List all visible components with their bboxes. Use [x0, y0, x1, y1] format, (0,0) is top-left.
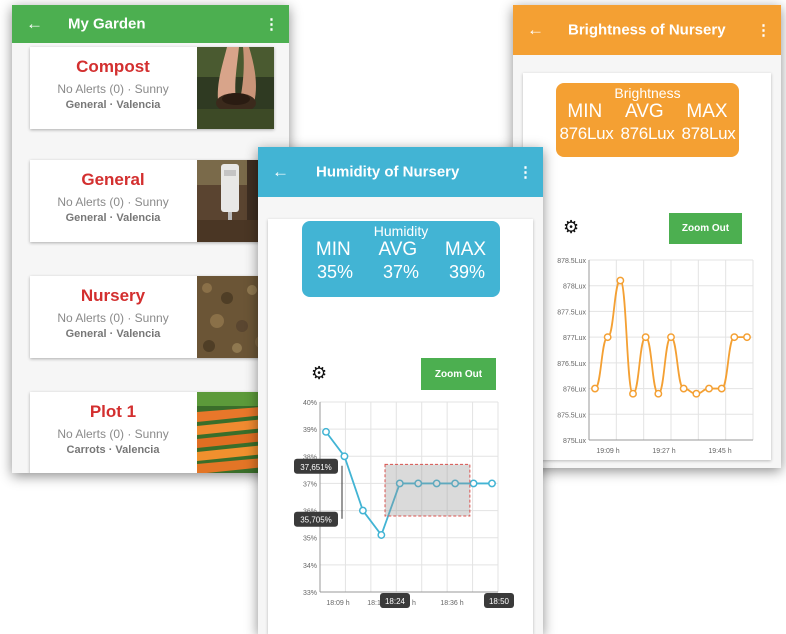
stats-avg-header: AVG — [378, 239, 418, 260]
more-vert-icon[interactable]: ⋮ — [264, 15, 279, 33]
garden-title: My Garden — [68, 15, 146, 33]
stats-avg-header: AVG — [624, 101, 664, 122]
stats-min-value: 35% — [316, 262, 354, 282]
arrow-left-icon[interactable]: ← — [272, 162, 289, 182]
humidity-stats-card: Humidity MIN AVG MAX 35% 37% 39% — [302, 221, 500, 297]
plot-name: General — [81, 170, 145, 189]
plot-name: Compost — [76, 57, 150, 76]
brightness-screen: ← Brightness of Nursery ⋮ Brightness MIN… — [513, 5, 781, 468]
plot-alerts: No Alerts (0) · Sunny — [57, 427, 169, 441]
data-point — [629, 389, 637, 398]
stats-avg-value: 876Lux — [620, 124, 675, 143]
data-point — [603, 333, 612, 342]
stats-max-header: MAX — [686, 101, 728, 122]
x-tick-label: 18:09 h — [326, 600, 349, 607]
stats-label: Brightness — [614, 85, 681, 101]
x-tick-label: 18:36 h — [440, 600, 463, 607]
data-point — [591, 384, 599, 393]
gear-icon[interactable]: ⚙ — [563, 217, 579, 238]
y-tick-label: 40% — [303, 400, 317, 407]
x-tick-label: 19:45 h — [708, 448, 731, 455]
more-vert-icon[interactable]: ⋮ — [756, 21, 771, 39]
zoom-out-button[interactable]: Zoom Out — [669, 213, 742, 244]
data-point — [654, 389, 663, 398]
y-tick-label: 877Lux — [563, 335, 586, 342]
humidity-title: Humidity of Nursery — [316, 163, 460, 181]
data-point — [488, 479, 496, 488]
humidity-screen: ← Humidity of Nursery ⋮ Humidity MIN AVG… — [258, 147, 543, 634]
stats-max-value: 878Lux — [681, 124, 736, 143]
stats-min-header: MIN — [567, 101, 603, 122]
x-tick-label: h — [412, 600, 416, 607]
y-tick-label: 39% — [303, 427, 317, 434]
stats-label: Humidity — [373, 223, 429, 239]
brightness-chart: 878.5Lux 878Lux 877.5Lux 877Lux 876.5Lux 876L… — [557, 258, 754, 455]
y-tick-label: 37% — [303, 481, 317, 488]
tooltip-top: 37,651% — [300, 463, 332, 472]
gear-icon[interactable]: ⚙ — [311, 363, 327, 384]
data-point — [616, 276, 625, 285]
arrow-left-icon[interactable]: ← — [26, 14, 43, 34]
plot-location: General · Valencia — [65, 328, 161, 340]
stats-avg-value: 37% — [382, 262, 420, 282]
plot-location: Carrots · Valencia — [66, 444, 160, 456]
x-tick-label: 19:09 h — [596, 448, 619, 455]
data-point — [705, 384, 713, 393]
plot-location: General · Valencia — [65, 212, 161, 224]
arrow-left-icon[interactable]: ← — [527, 20, 544, 40]
data-point — [743, 333, 751, 342]
data-point — [358, 506, 367, 515]
brightness-app-bar: ← Brightness of Nursery ⋮ — [513, 5, 781, 55]
plot-alerts: No Alerts (0) · Sunny — [57, 311, 169, 325]
data-point — [641, 333, 650, 342]
plot-card-nursery[interactable]: Nursery No Alerts (0) · Sunny General · … — [30, 276, 274, 358]
data-point — [730, 333, 739, 342]
plot-card-general[interactable]: General No Alerts (0) · Sunny General · … — [30, 160, 274, 242]
plot-name: Nursery — [80, 286, 146, 305]
data-point — [340, 452, 349, 461]
plot-name: Plot 1 — [89, 402, 137, 421]
zoom-out-button[interactable]: Zoom Out — [421, 358, 496, 390]
x-tick-label: 19:27 h — [652, 448, 675, 455]
y-tick-label: 34% — [303, 563, 317, 570]
brightness-title: Brightness of Nursery — [568, 21, 726, 39]
data-point — [377, 531, 386, 539]
brightness-stats-card: Brightness MIN AVG MAX 876Lux 876Lux 878… — [556, 83, 739, 157]
y-tick-label: 877.5Lux — [557, 309, 586, 316]
data-point — [469, 479, 478, 488]
range-end-label: 18:50 — [489, 597, 510, 606]
plot-location: General · Valencia — [65, 99, 161, 111]
stats-max-value: 39% — [448, 262, 486, 282]
more-vert-icon[interactable]: ⋮ — [518, 163, 533, 181]
y-tick-label: 875.5Lux — [557, 412, 586, 419]
plot-card-plot-1[interactable]: Plot 1 No Alerts (0) · Sunny Carrots · V… — [30, 392, 274, 473]
zoom-selection — [384, 463, 471, 517]
y-tick-label: 875Lux — [563, 438, 586, 445]
compost-photo — [197, 47, 274, 129]
data-point — [667, 333, 675, 342]
garden-app-bar: ← My Garden ⋮ — [12, 5, 289, 43]
tooltip-bottom: 35,705% — [300, 516, 332, 525]
data-point — [322, 427, 330, 436]
data-point — [692, 389, 701, 398]
y-tick-label: 35% — [303, 536, 317, 543]
y-tick-label: 33% — [303, 590, 317, 597]
data-point — [679, 384, 688, 393]
humidity-chart: 40%39%38%37%36%35%34%33%18:09 h18:18h18:… — [294, 400, 514, 608]
stats-max-header: MAX — [444, 239, 487, 260]
plot-card-compost[interactable]: Compost No Alerts (0) · Sunny General · … — [30, 47, 274, 129]
plot-alerts: No Alerts (0) · Sunny — [57, 195, 169, 209]
y-tick-label: 878.5Lux — [557, 258, 586, 265]
range-start-label: 18:24 — [385, 597, 406, 606]
plot-alerts: No Alerts (0) · Sunny — [57, 82, 169, 96]
data-point — [717, 384, 726, 393]
y-tick-label: 876.5Lux — [557, 361, 586, 368]
y-tick-label: 876Lux — [563, 387, 586, 394]
stats-min-value: 876Lux — [559, 124, 614, 143]
humidity-app-bar: ← Humidity of Nursery ⋮ — [258, 147, 543, 197]
stats-min-header: MIN — [315, 239, 351, 260]
y-tick-label: 878Lux — [563, 284, 586, 291]
garden-screen: ← My Garden ⋮ Compost No Alerts (0) · Su… — [12, 5, 289, 473]
